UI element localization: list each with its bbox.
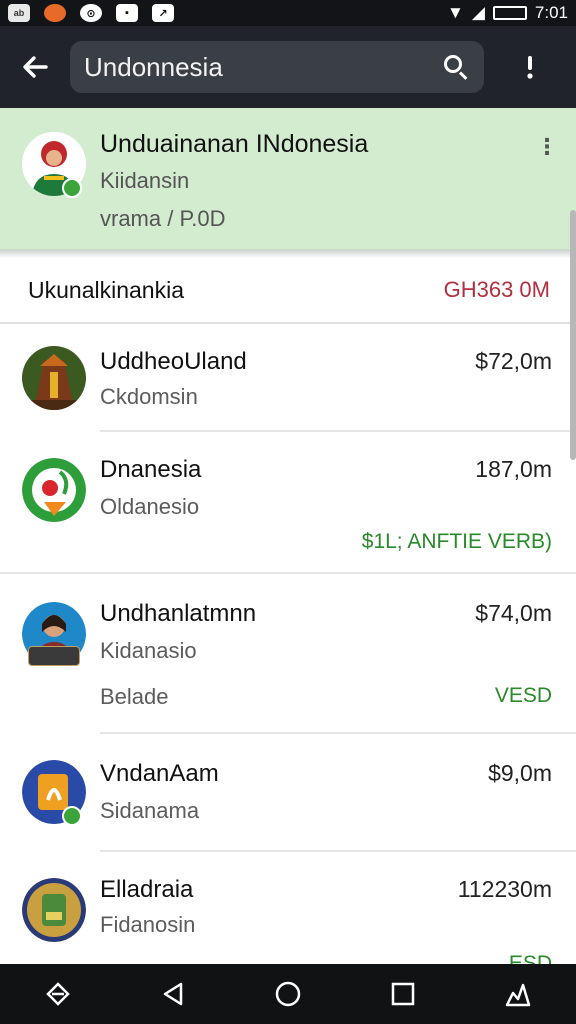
summary-value: GH363 0M (443, 277, 550, 302)
item-amount: $74,0m (475, 600, 552, 626)
avatar-caption (28, 646, 80, 666)
app-icon-2 (44, 4, 66, 22)
item-amount: 112230m (457, 876, 552, 902)
nav-back-button[interactable] (143, 964, 203, 1024)
item-subtitle: Sidanama (100, 798, 200, 823)
back-button[interactable] (0, 26, 70, 108)
card-shadow (0, 250, 576, 258)
battery-icon (492, 6, 527, 20)
search-icon[interactable] (442, 53, 470, 81)
nav-home-button[interactable] (258, 964, 318, 1024)
arrow-left-icon (23, 56, 48, 78)
list-item[interactable]: Dnanesia Oldanesio 187,0m $1L; ANFTIE VE… (0, 432, 576, 574)
item-name: Dnanesia (100, 456, 202, 483)
scrollbar[interactable] (570, 210, 576, 460)
app-icon-5: ↗ (152, 4, 174, 22)
item-name: VndanAam (100, 760, 219, 787)
highlighted-account-card[interactable]: Unduainanan INdonesia Kiidansin vrama / … (0, 108, 576, 250)
item-amount: 187,0m (475, 456, 552, 482)
app-icon-1: ab (8, 4, 30, 22)
card-detail: vrama / P.0D (100, 206, 226, 231)
item-name: UddheoUland (100, 348, 247, 375)
app-bar (0, 26, 576, 108)
rotate-button[interactable] (28, 964, 88, 1024)
avatar (22, 346, 86, 410)
nav-assist-button[interactable] (488, 964, 548, 1024)
nav-recents-button[interactable] (373, 964, 433, 1024)
item-subtitle: Oldanesio (100, 494, 200, 519)
more-options-button[interactable] (484, 26, 576, 108)
system-nav-bar (0, 964, 576, 1024)
back-triangle-icon (163, 982, 183, 1006)
verified-badge-icon (62, 806, 82, 826)
item-amount: $72,0m (475, 348, 552, 374)
item-status-tag: $1L; ANFTIE VERB) (361, 530, 552, 553)
list-item[interactable]: VndanAam Sidanama $9,0m (0, 734, 576, 850)
summary-row[interactable]: Ukunalkinankia GH363 0M (0, 258, 576, 324)
avatar (22, 878, 86, 942)
assist-icon (506, 983, 531, 1007)
card-title: Unduainanan INdonesia (100, 130, 369, 158)
item-name: Undhanlatmnn (100, 600, 257, 627)
item-detail: Belade (100, 684, 169, 709)
card-menu-icon[interactable]: ⋮ (536, 134, 558, 160)
recents-square-icon (391, 982, 415, 1006)
status-bar: ab ⊙ ▪ ↗ ▼ ◢ 7:01 (0, 0, 576, 26)
wifi-icon: ▼ (447, 3, 464, 22)
status-system-icons: ▼ ◢ 7:01 (447, 3, 568, 23)
app-icon-4: ▪ (116, 4, 138, 22)
list-item[interactable]: Undhanlatmnn Kidanasio Belade $74,0m VES… (0, 574, 576, 734)
avatar (22, 458, 86, 522)
summary-label: Ukunalkinankia (28, 276, 184, 303)
item-subtitle: Ckdomsin (100, 384, 198, 409)
item-status-tag: VESD (494, 684, 552, 707)
app-icon-3: ⊙ (80, 4, 102, 22)
verified-badge-icon (62, 178, 82, 198)
search-input[interactable] (84, 51, 442, 83)
card-subtitle: Kiidansin (100, 168, 190, 193)
more-vert-icon (527, 56, 533, 79)
list-item[interactable]: UddheoUland Ckdomsin $72,0m (0, 324, 576, 432)
item-subtitle: Kidanasio (100, 638, 197, 663)
home-circle-icon (275, 981, 301, 1007)
signal-icon: ◢ (471, 3, 485, 22)
status-notification-icons: ab ⊙ ▪ ↗ (8, 4, 174, 22)
rotate-icon (45, 982, 70, 1006)
item-subtitle: Fidanosin (100, 912, 196, 937)
search-field[interactable] (70, 41, 484, 93)
status-time: 7:01 (534, 3, 568, 22)
item-amount: $9,0m (488, 760, 552, 786)
list-item[interactable]: Elladraia Fidanosin 112230m ESD (0, 852, 576, 975)
item-name: Elladraia (100, 876, 194, 903)
